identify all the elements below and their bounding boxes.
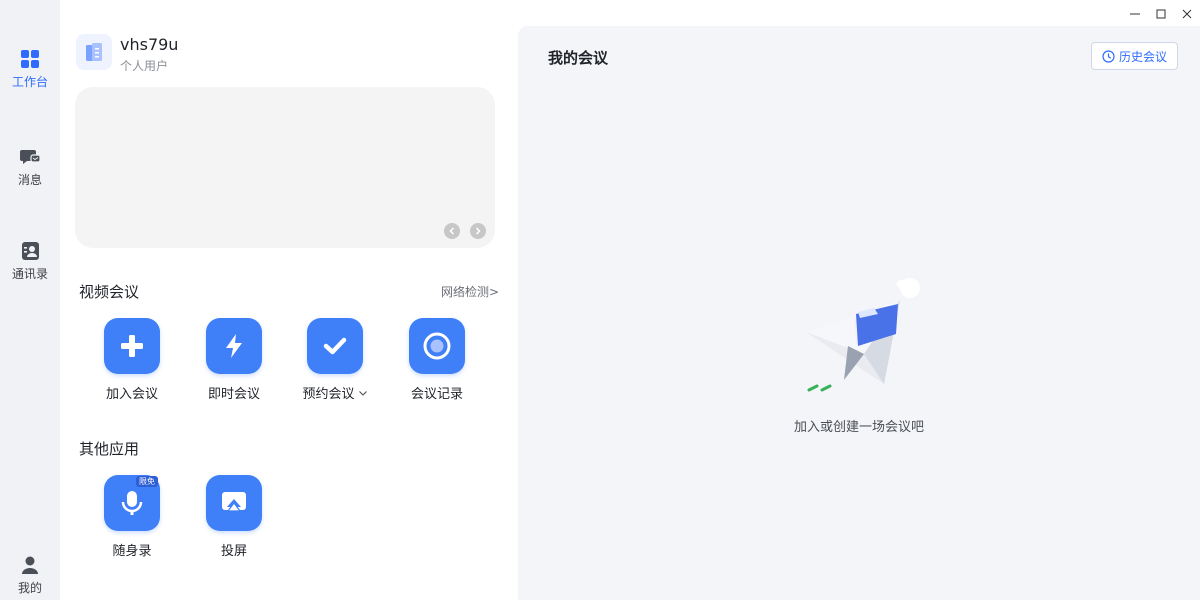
- chevron-down-icon[interactable]: [358, 388, 368, 398]
- maximize-button[interactable]: [1148, 4, 1174, 24]
- chevron-right-icon: [475, 227, 481, 235]
- sidebar-item-workbench[interactable]: 工作台: [0, 48, 60, 108]
- schedule-meeting-button[interactable]: 预约会议: [295, 318, 375, 402]
- sidebar-item-label: 消息: [17, 173, 42, 187]
- app-label: 会议记录: [410, 387, 463, 402]
- meeting-records-tile: [409, 318, 465, 374]
- contacts-icon: [22, 242, 39, 260]
- sidebar-item-label: 工作台: [11, 75, 48, 89]
- my-meetings-panel: 我的会议 历史会议 加入或创建一场会议吧: [518, 26, 1200, 600]
- app-label: 加入会议: [105, 387, 158, 402]
- minimize-icon: [1130, 13, 1140, 15]
- voice-recorder-button[interactable]: 限免 随身录: [92, 475, 172, 559]
- app-label: 即时会议: [207, 387, 260, 402]
- my-meetings-title: 我的会议: [548, 49, 609, 67]
- user-icon: [22, 556, 38, 574]
- microphone-icon: [121, 491, 143, 515]
- user-type: 个人用户: [120, 59, 169, 73]
- carousel-prev-button[interactable]: [444, 223, 460, 239]
- instant-meeting-button[interactable]: 即时会议: [194, 318, 274, 402]
- banner-carousel[interactable]: [75, 87, 495, 248]
- schedule-meeting-tile: [307, 318, 363, 374]
- plus-icon: [121, 335, 143, 357]
- sidebar-item-label: 我的: [17, 581, 42, 595]
- instant-meeting-tile: [206, 318, 262, 374]
- app-window: 工作台 消息 通讯录 我的 vhs79u 个人用户 视频会议 网络检测> 加入会…: [0, 0, 1200, 600]
- clock-icon: [1102, 49, 1115, 63]
- maximize-icon: [1156, 9, 1166, 19]
- record-icon: [423, 332, 451, 360]
- screen-cast-tile: [206, 475, 262, 531]
- paper-plane-illustration: [806, 278, 920, 392]
- user-name: vhs79u: [120, 35, 179, 54]
- avatar[interactable]: [76, 34, 112, 70]
- meeting-records-button[interactable]: 会议记录: [397, 318, 477, 402]
- video-meeting-title: 视频会议: [79, 283, 140, 301]
- chat-icon: [20, 150, 41, 164]
- chevron-left-icon: [449, 227, 455, 235]
- history-meetings-button[interactable]: 历史会议: [1091, 42, 1178, 70]
- empty-state-text: 加入或创建一场会议吧: [793, 420, 924, 435]
- join-meeting-button[interactable]: 加入会议: [92, 318, 172, 402]
- lightning-icon: [226, 334, 242, 358]
- sidebar-item-label: 通讯录: [11, 267, 48, 281]
- sidebar: 工作台 消息 通讯录 我的: [0, 0, 60, 600]
- close-icon: [1182, 9, 1192, 19]
- other-apps-title: 其他应用: [79, 440, 140, 458]
- network-check-link[interactable]: 网络检测>: [441, 283, 499, 300]
- voice-recorder-tile: 限免: [104, 475, 160, 531]
- app-label-with-dropdown: 预约会议: [302, 383, 367, 402]
- building-icon: [86, 43, 102, 61]
- sidebar-item-contacts[interactable]: 通讯录: [0, 240, 60, 300]
- sidebar-item-me[interactable]: 我的: [0, 554, 60, 600]
- close-button[interactable]: [1174, 4, 1200, 24]
- carousel-next-button[interactable]: [470, 223, 486, 239]
- free-badge: 限免: [136, 476, 158, 487]
- screen-cast-icon: [222, 492, 246, 512]
- app-label: 随身录: [112, 544, 152, 559]
- minimize-button[interactable]: [1122, 4, 1148, 24]
- app-label: 预约会议: [302, 387, 355, 402]
- history-meetings-label: 历史会议: [1118, 49, 1167, 64]
- grid-icon: [21, 50, 39, 68]
- check-icon: [323, 337, 347, 355]
- sidebar-item-messages[interactable]: 消息: [0, 146, 60, 206]
- app-label: 投屏: [220, 544, 247, 559]
- screen-cast-button[interactable]: 投屏: [194, 475, 274, 559]
- join-meeting-tile: [104, 318, 160, 374]
